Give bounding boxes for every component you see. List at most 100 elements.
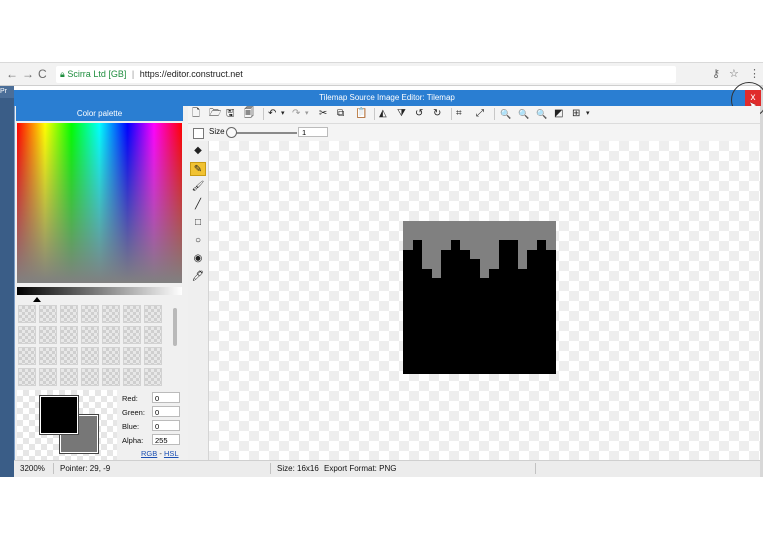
ellipse-tool-icon[interactable]: ○ — [190, 234, 206, 248]
star-icon[interactable]: ☆ — [729, 67, 739, 80]
undo-dropdown-icon[interactable]: ▾ — [281, 108, 285, 120]
palette-swatch[interactable] — [39, 347, 57, 365]
zoom-out-icon[interactable]: 🔍 — [518, 108, 529, 120]
palette-swatch[interactable] — [123, 326, 141, 344]
hsl-link[interactable]: HSL — [164, 449, 179, 458]
tile-pixel — [412, 297, 423, 308]
tile-pixel — [422, 230, 432, 241]
palette-swatch[interactable] — [102, 305, 120, 323]
palette-swatch[interactable] — [39, 305, 57, 323]
palette-swatch[interactable] — [102, 326, 120, 344]
tile-pixel — [527, 259, 537, 269]
pencil-tool-icon[interactable]: ✎ — [190, 162, 206, 176]
palette-swatch[interactable] — [144, 305, 162, 323]
brush-tool-icon[interactable]: 🖌 — [190, 180, 206, 194]
toggle-background-icon[interactable]: ◩ — [554, 108, 563, 120]
palette-swatch[interactable] — [144, 347, 162, 365]
green-input[interactable]: 0 — [152, 406, 180, 417]
reload-icon[interactable]: C — [38, 67, 47, 81]
back-icon[interactable]: ← — [6, 67, 18, 81]
forward-icon[interactable]: → — [22, 67, 34, 81]
tile-pixel — [489, 326, 499, 336]
palette-scrollbar[interactable] — [173, 308, 177, 346]
palette-swatch[interactable] — [60, 326, 78, 344]
eraser-tool-icon[interactable]: ◆ — [190, 144, 206, 158]
mirror-icon[interactable]: ◭ — [379, 108, 387, 120]
fill-tool-icon[interactable]: ◉ — [190, 252, 206, 266]
tile-pixel — [479, 307, 490, 317]
blue-input[interactable]: 0 — [152, 420, 180, 431]
tile-pixel — [469, 335, 480, 346]
tile-pixel — [479, 335, 490, 346]
rectangle-tool-icon[interactable]: □ — [190, 216, 206, 230]
luminance-bar[interactable] — [17, 287, 182, 295]
paste-icon[interactable]: 📋 — [355, 108, 367, 120]
resize-icon[interactable]: ⤢ — [476, 108, 484, 120]
line-tool-icon[interactable]: ╱ — [190, 198, 206, 212]
redo-dropdown-icon[interactable]: ▾ — [305, 108, 309, 120]
palette-swatch[interactable] — [144, 368, 162, 386]
cut-icon[interactable]: ✂ — [319, 108, 327, 120]
rgb-link[interactable]: RGB — [141, 449, 157, 458]
tile-pixel — [412, 287, 423, 298]
palette-swatch[interactable] — [81, 305, 99, 323]
zoom-in-icon[interactable]: 🔍 — [500, 108, 511, 120]
palette-swatch[interactable] — [102, 368, 120, 386]
open-folder-icon[interactable]: 🗁 — [209, 108, 221, 120]
copy-icon[interactable]: ⧉ — [337, 108, 344, 120]
palette-swatch[interactable] — [123, 305, 141, 323]
tile-pixel — [546, 230, 556, 241]
tile-pixel — [460, 287, 470, 298]
tile-pixel — [508, 307, 518, 317]
tile-pixel — [460, 364, 470, 374]
palette-swatch[interactable] — [60, 368, 78, 386]
palette-swatch[interactable] — [123, 347, 141, 365]
tile-pixel — [527, 307, 537, 317]
primary-color-swatch[interactable] — [39, 395, 79, 435]
palette-swatch[interactable] — [81, 347, 99, 365]
palette-swatch[interactable] — [123, 368, 141, 386]
address-bar[interactable]: 🔒︎ Scirra Ltd [GB] | https://editor.cons… — [56, 66, 676, 83]
palette-swatch[interactable] — [39, 326, 57, 344]
zoom-fit-icon[interactable]: 🔍 — [536, 108, 547, 120]
flip-icon[interactable]: ⧩ — [397, 108, 406, 120]
tile-pixel — [422, 316, 432, 327]
rotate-ccw-icon[interactable]: ↺ — [415, 108, 423, 120]
export-icon[interactable]: 🗐 — [244, 108, 254, 120]
red-input[interactable]: 0 — [152, 392, 180, 403]
redo-icon[interactable]: ↷ — [292, 108, 300, 120]
tile-pixel — [422, 259, 432, 269]
palette-swatch[interactable] — [18, 368, 36, 386]
luminance-marker[interactable] — [33, 297, 41, 302]
palette-swatch[interactable] — [60, 347, 78, 365]
size-slider-track[interactable] — [229, 132, 297, 134]
palette-swatch[interactable] — [144, 326, 162, 344]
palette-swatch[interactable] — [60, 305, 78, 323]
palette-swatch[interactable] — [39, 368, 57, 386]
palette-swatch[interactable] — [18, 347, 36, 365]
palette-swatch[interactable] — [18, 326, 36, 344]
palette-swatch[interactable] — [81, 368, 99, 386]
crop-icon[interactable]: ⌗ — [456, 108, 462, 120]
browser-menu-icon[interactable]: ⋮ — [749, 67, 760, 80]
color-picker-tool-icon[interactable]: 🖊 — [190, 270, 206, 284]
alpha-input[interactable]: 255 — [152, 434, 180, 445]
grid-icon[interactable]: ⊞ — [572, 108, 580, 120]
size-slider-handle[interactable] — [226, 127, 237, 138]
grid-dropdown-icon[interactable]: ▾ — [586, 108, 590, 120]
tile-pixel — [422, 354, 432, 365]
tile-pixel — [508, 297, 518, 308]
palette-swatch[interactable] — [102, 347, 120, 365]
palette-swatch[interactable] — [18, 305, 36, 323]
option-checkbox[interactable] — [193, 128, 204, 139]
color-spectrum[interactable] — [17, 123, 182, 283]
tile-image[interactable] — [403, 221, 556, 374]
palette-swatch[interactable] — [81, 326, 99, 344]
key-icon[interactable]: ⚷ — [712, 67, 720, 80]
save-icon[interactable]: 🖫 — [226, 108, 235, 120]
undo-icon[interactable]: ↶ — [268, 108, 276, 120]
rotate-cw-icon[interactable]: ↻ — [433, 108, 441, 120]
size-input[interactable]: 1 — [298, 127, 328, 137]
new-file-icon[interactable]: 🗋 — [192, 108, 200, 120]
tile-pixel — [403, 316, 413, 327]
